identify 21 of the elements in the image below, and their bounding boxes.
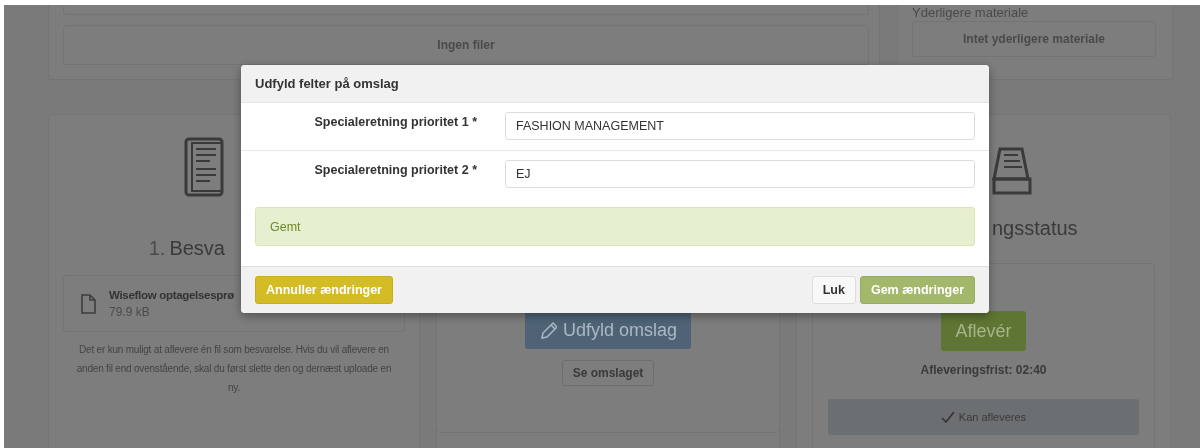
file-name: Wiseflow optagelsesprø	[109, 288, 234, 301]
document-icon	[182, 135, 226, 199]
card-title: Besva	[169, 236, 225, 261]
field-label: Specialeretning prioritet 2 *	[313, 162, 477, 177]
pencil-icon	[538, 321, 557, 339]
close-button[interactable]: Luk	[811, 276, 856, 304]
alert-text: Gemt	[270, 219, 301, 234]
check-icon	[940, 411, 955, 423]
inbox-icon	[992, 145, 1032, 195]
view-cover-button[interactable]: Se omslaget	[561, 360, 655, 386]
card-title: ngsstatus	[992, 216, 1079, 241]
input-field[interactable]: FASHION MANAGEMENT	[505, 112, 975, 140]
deadline-text: Afleveringsfrist: 02:40	[920, 363, 1047, 377]
field-label: Specialeretning prioritet 1 *	[313, 114, 477, 129]
dialog-title: Udfyld felter på omslag	[255, 76, 399, 91]
input-field[interactable]: EJ	[505, 160, 975, 188]
submit-button[interactable]: Aflevér	[941, 311, 1026, 351]
cancel-changes-button[interactable]: Annuller ændringer	[255, 276, 393, 304]
fill-cover-button[interactable]: Udfyld omslag	[524, 311, 691, 349]
save-changes-button[interactable]: Gem ændringer	[859, 276, 975, 304]
file-icon	[80, 293, 97, 314]
